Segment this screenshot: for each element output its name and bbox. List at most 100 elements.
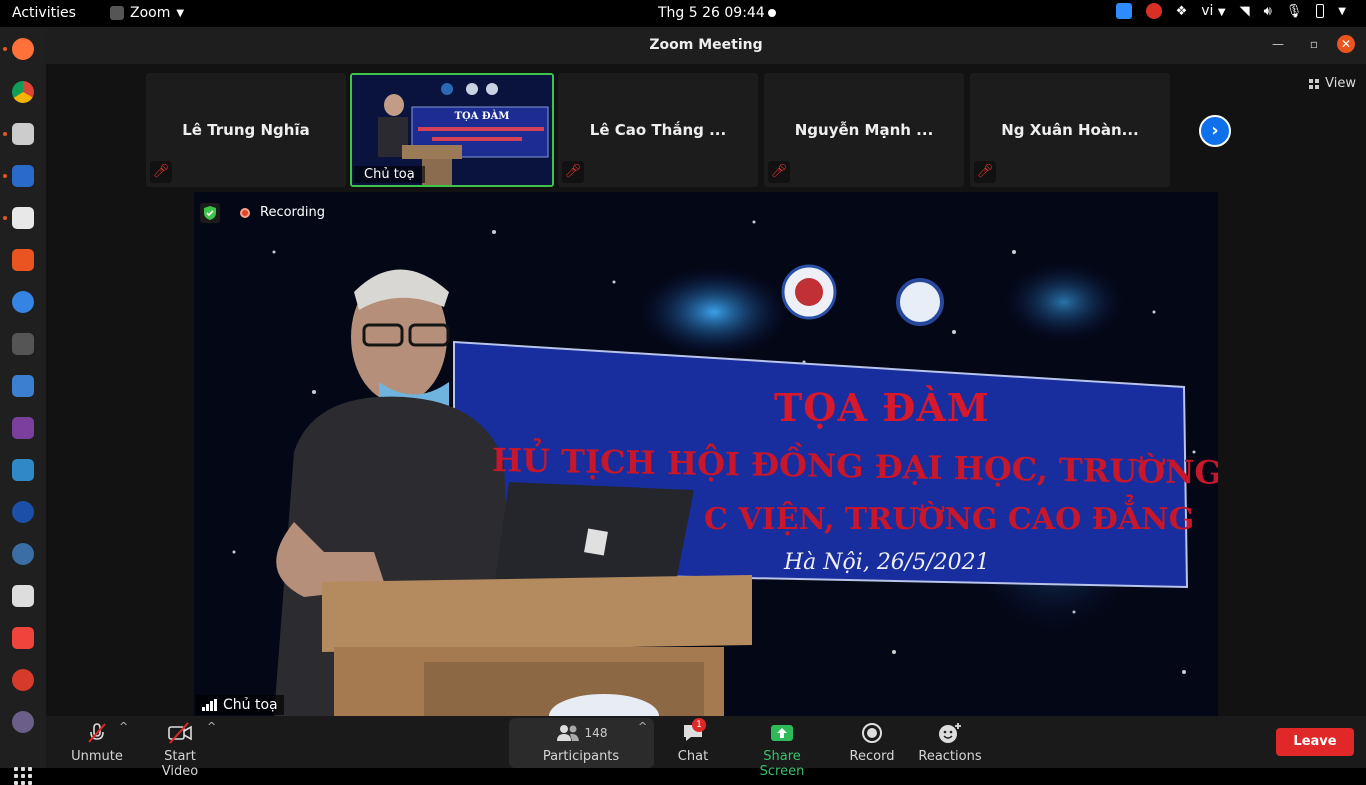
banner-subtitle-line-2: C VIỆN, TRƯỜNG CAO ĐẲNG (704, 502, 1195, 537)
document-icon[interactable] (12, 207, 34, 229)
lifebuoy-icon[interactable] (12, 669, 34, 691)
activities-button[interactable]: Activities (12, 5, 76, 21)
chat-icon: 1 (672, 718, 714, 746)
main-video[interactable]: TỌA ĐÀM HỦ TỊCH HỘI ĐỒNG ĐẠI HỌC, TRƯỜNG… (194, 192, 1218, 716)
image-viewer-icon[interactable] (12, 459, 34, 481)
recording-dot-icon (240, 207, 250, 218)
participant-name: Lê Cao Thắng ... (589, 121, 727, 139)
participant-name: Ng Xuân Hoàn... (1001, 121, 1139, 139)
chat-button[interactable]: 1 Chat (672, 718, 714, 764)
banner-date: Hà Nội, 26/5/2021 (784, 550, 990, 575)
dropbox-icon[interactable]: ❖ (1176, 4, 1188, 19)
system-top-bar: Activities Zoom ▼ Thg 5 26 09:44 ❖ vi ▼ … (0, 0, 1366, 27)
recording-label: Recording (260, 205, 326, 220)
clock[interactable]: Thg 5 26 09:44 (658, 5, 765, 21)
participants-count: 148 (584, 726, 608, 740)
app-menu-label: Zoom (130, 5, 171, 21)
encryption-shield-icon[interactable] (200, 203, 220, 223)
share-screen-icon (740, 720, 824, 746)
participants-button[interactable]: 148 Participants (536, 720, 626, 764)
unmute-button[interactable]: Unmute (70, 720, 124, 764)
window-title: Zoom Meeting (649, 37, 763, 53)
browser-icon[interactable] (12, 543, 34, 565)
view-button[interactable]: View (1309, 76, 1356, 91)
gmail-tray-icon[interactable] (1145, 3, 1162, 19)
microphone-icon[interactable]: 🎙︎ (1286, 4, 1303, 19)
grid-icon (1309, 78, 1320, 89)
audio-options-caret-icon[interactable]: ^ (119, 720, 128, 733)
leave-button[interactable]: Leave (1276, 728, 1354, 756)
mic-muted-icon: 🎤︎ (768, 161, 790, 183)
zoom-app-icon (110, 6, 124, 20)
trash-icon[interactable] (12, 711, 34, 733)
screenshot-icon[interactable] (12, 333, 34, 355)
participants-label: Participants (542, 749, 620, 764)
participant-name: Nguyễn Mạnh ... (794, 121, 934, 139)
video-off-icon (144, 720, 216, 746)
meeting-content: Lê Trung Nghĩa 🎤︎ TỌA ĐÀM Chủ toạ Lê Cao… (46, 64, 1366, 716)
speaker-name: Chủ toạ (223, 697, 278, 713)
chevron-down-icon: ▼ (1217, 7, 1226, 18)
svg-text:TỌA ĐÀM: TỌA ĐÀM (455, 110, 510, 122)
running-indicator (3, 174, 7, 178)
app-menu[interactable]: Zoom ▼ (110, 5, 184, 21)
show-applications-icon[interactable] (14, 767, 32, 785)
battery-icon[interactable] (1316, 4, 1325, 18)
view-label: View (1325, 76, 1356, 91)
files-icon[interactable] (12, 123, 34, 145)
participant-tile[interactable]: Nguyễn Mạnh ... 🎤︎ (764, 73, 964, 187)
app-icon[interactable] (12, 501, 34, 523)
smiley-plus-icon (918, 720, 982, 746)
share-screen-button[interactable]: Share Screen (740, 720, 824, 779)
speaker-name-label: Chủ toạ (196, 695, 284, 715)
unmute-label: Unmute (71, 749, 123, 764)
dock (0, 27, 46, 785)
meeting-toolbar: Unmute ^ Start Video ^ 148 Participants … (46, 716, 1366, 779)
share-screen-label: Share Screen (759, 749, 805, 779)
chat-unread-badge: 1 (692, 718, 706, 732)
banner-title: TỌA ĐÀM (774, 385, 990, 430)
chat-label: Chat (677, 749, 709, 764)
firefox-icon[interactable] (12, 38, 34, 60)
wifi-icon[interactable]: ◥ (1240, 4, 1250, 19)
anydesk-icon[interactable] (12, 627, 34, 649)
participants-options-caret-icon[interactable]: ^ (638, 720, 647, 733)
mic-muted-icon: 🎤︎ (974, 161, 996, 183)
help-icon[interactable] (12, 291, 34, 313)
zoom-tray-icon[interactable] (1115, 3, 1132, 19)
record-button[interactable]: Record (848, 720, 896, 764)
recording-indicator[interactable]: Recording (240, 205, 325, 220)
chevron-down-icon: ▼ (176, 7, 185, 19)
video-editor-icon[interactable] (12, 417, 34, 439)
participant-tile[interactable]: Lê Trung Nghĩa 🎤︎ (146, 73, 346, 187)
chevron-down-icon[interactable]: ▼ (1338, 6, 1346, 17)
participant-name: Lê Trung Nghĩa (182, 121, 310, 139)
minimize-icon[interactable]: — (1272, 37, 1284, 51)
software-center-icon[interactable] (12, 249, 34, 271)
microphone-muted-icon (70, 720, 124, 746)
participant-tile[interactable]: Lê Cao Thắng ... 🎤︎ (558, 73, 758, 187)
active-speaker-tile[interactable]: TỌA ĐÀM Chủ toạ (350, 73, 554, 187)
notification-dot (768, 9, 776, 17)
reactions-button[interactable]: Reactions (918, 720, 982, 764)
screen-capture-icon[interactable] (12, 375, 34, 397)
running-indicator (3, 216, 7, 220)
participant-tile[interactable]: Ng Xuân Hoàn... 🎤︎ (970, 73, 1170, 187)
writer-icon[interactable] (12, 165, 34, 187)
record-label: Record (849, 749, 895, 764)
chrome-icon[interactable] (12, 81, 34, 103)
language-indicator[interactable]: vi ▼ (1201, 3, 1225, 19)
mic-muted-icon: 🎤︎ (562, 161, 584, 183)
volume-icon[interactable]: 🔊︎ (1264, 4, 1272, 19)
participant-name: Chủ toạ (354, 166, 425, 183)
close-icon[interactable]: ✕ (1337, 35, 1355, 53)
participants-icon: 148 (536, 720, 626, 746)
video-options-caret-icon[interactable]: ^ (207, 720, 216, 733)
signal-bars-icon (202, 699, 217, 711)
maximize-icon[interactable]: ▫ (1310, 37, 1318, 51)
system-tray: ❖ vi ▼ ◥ 🔊︎ 🎙︎ ▼ (1115, 3, 1346, 19)
next-page-button[interactable]: › (1199, 115, 1231, 147)
presentation-icon[interactable] (12, 585, 34, 607)
running-indicator (3, 47, 7, 51)
start-video-button[interactable]: Start Video (144, 720, 216, 779)
